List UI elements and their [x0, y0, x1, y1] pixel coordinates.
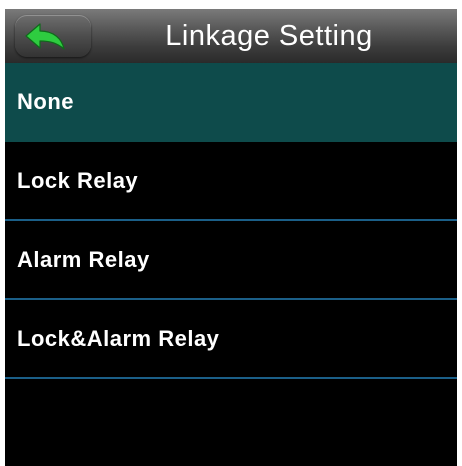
title-bar: Linkage Setting: [5, 9, 457, 63]
page-title: Linkage Setting: [165, 20, 373, 52]
option-none[interactable]: None: [5, 63, 457, 142]
option-label: None: [17, 89, 74, 114]
back-arrow-icon: [25, 23, 65, 50]
device-screen: Linkage Setting None Lock Relay Alarm Re…: [5, 9, 457, 466]
option-lock-relay[interactable]: Lock Relay: [5, 142, 457, 221]
back-button[interactable]: [15, 15, 91, 57]
option-alarm-relay[interactable]: Alarm Relay: [5, 221, 457, 300]
option-label: Lock&Alarm Relay: [17, 326, 220, 351]
linkage-option-list: None Lock Relay Alarm Relay Lock&Alarm R…: [5, 63, 457, 379]
option-label: Lock Relay: [17, 168, 139, 193]
option-lock-and-alarm-relay[interactable]: Lock&Alarm Relay: [5, 300, 457, 379]
option-label: Alarm Relay: [17, 247, 150, 272]
